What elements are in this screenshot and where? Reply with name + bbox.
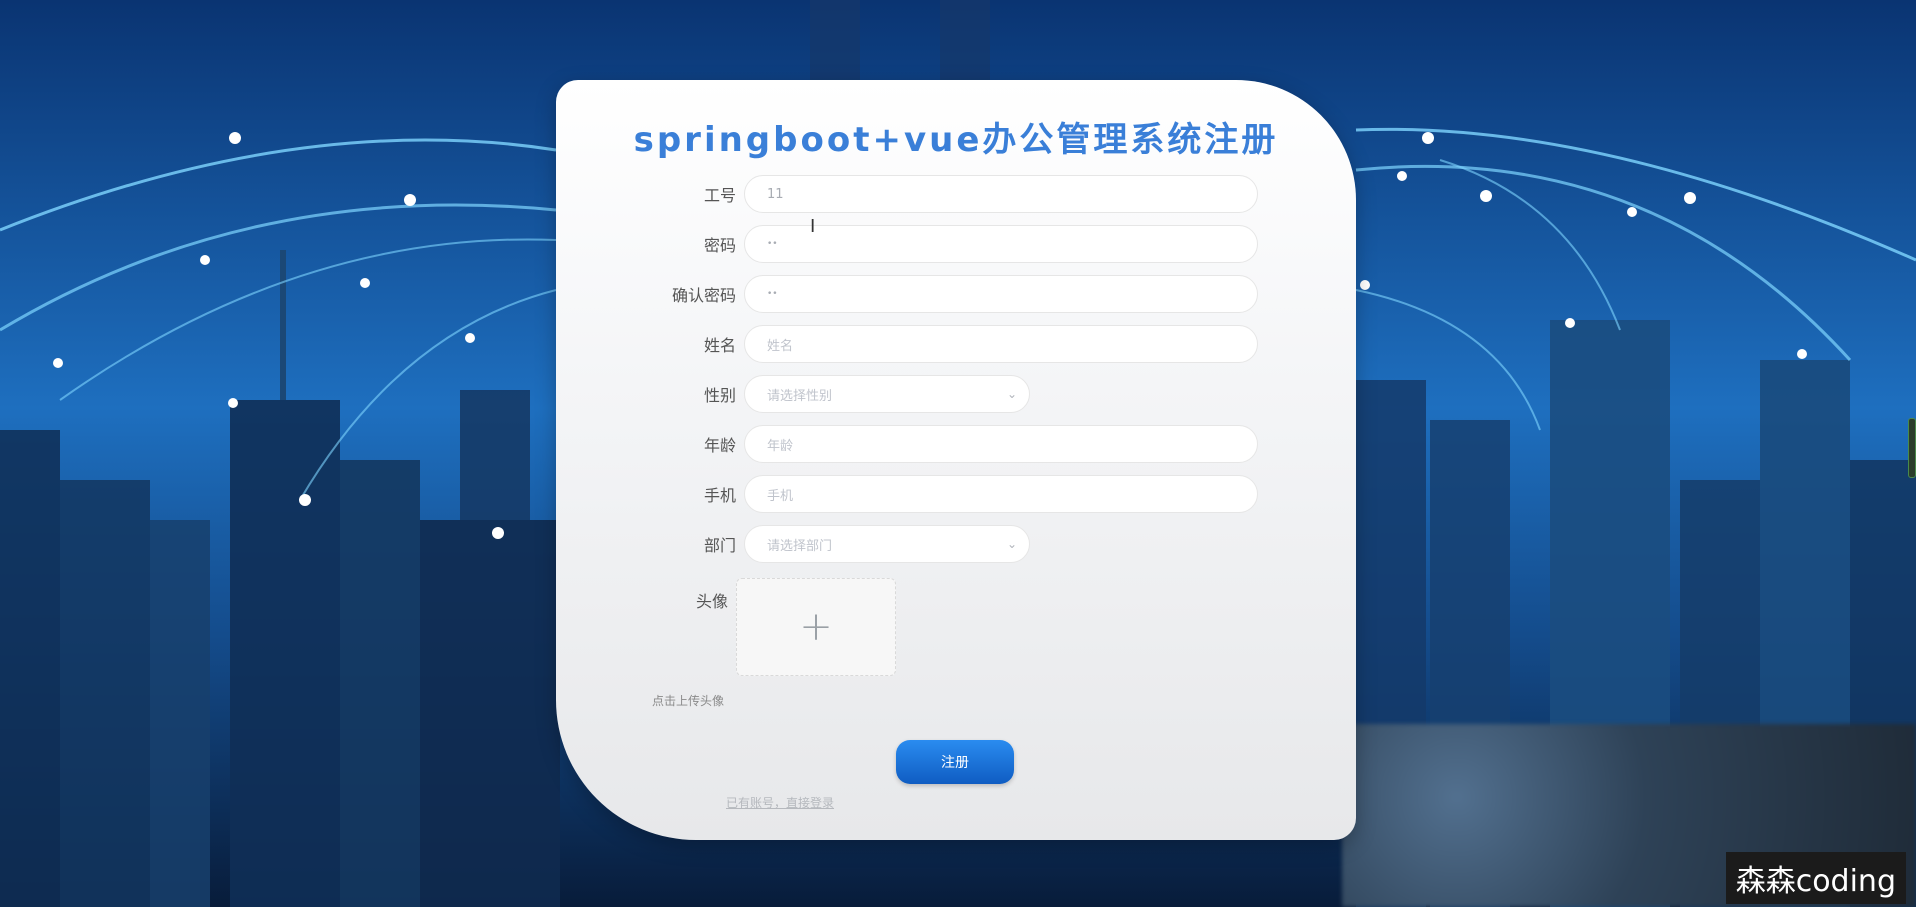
confirm-password-label: 确认密码 [671,286,736,305]
department-label: 部门 [703,536,736,555]
age-placeholder: 年龄 [767,438,794,454]
field-age: 年龄 年龄 [646,424,1258,464]
job-number-label: 工号 [703,186,736,205]
phone-input[interactable]: 手机 [744,475,1258,513]
phone-label: 手机 [703,486,736,505]
register-button[interactable]: 注册 [896,740,1014,784]
name-label: 姓名 [703,336,736,355]
avatar-label: 头像 [695,592,728,611]
avatar-upload[interactable]: + [736,578,896,676]
gender-placeholder: 请选择性别 [767,388,833,404]
job-number-input[interactable]: 11 [744,175,1258,213]
scroll-indicator [1908,418,1916,478]
chevron-down-icon: ⌄ [1006,537,1017,551]
login-link[interactable]: 已有账号，直接登录 [726,794,834,811]
confirm-password-value: •• [767,289,778,299]
field-department: 部门 请选择部门 ⌄ [646,524,1030,564]
name-input[interactable]: 姓名 [744,325,1258,363]
field-name: 姓名 姓名 [646,324,1258,364]
field-gender: 性别 请选择性别 ⌄ [646,374,1030,414]
gender-label: 性别 [703,386,736,405]
gender-select[interactable]: 请选择性别 ⌄ [744,375,1030,413]
department-select[interactable]: 请选择部门 ⌄ [744,525,1030,563]
department-placeholder: 请选择部门 [767,538,833,554]
password-input[interactable]: •• [744,225,1258,263]
name-placeholder: 姓名 [767,338,794,354]
age-label: 年龄 [703,436,736,455]
field-job-number: 工号 11 [646,174,1258,214]
field-phone: 手机 手机 [646,474,1258,514]
text-cursor-icon: I [810,216,816,237]
phone-placeholder: 手机 [767,488,794,504]
register-card: springboot+vue办公管理系统注册 工号 11 密码 •• 确认密码 … [556,80,1356,840]
age-input[interactable]: 年龄 [744,425,1258,463]
password-label: 密码 [703,236,736,255]
avatar-hint: 点击上传头像 [652,694,725,708]
page-title: springboot+vue办公管理系统注册 [633,120,1279,160]
plus-icon: + [799,604,833,650]
job-number-value: 11 [767,186,784,202]
watermark: 森森coding [1725,852,1906,904]
field-password: 密码 •• [646,224,1258,264]
confirm-password-input[interactable]: •• [744,275,1258,313]
field-confirm-password: 确认密码 •• [646,274,1258,314]
password-value: •• [767,239,778,249]
chevron-down-icon: ⌄ [1006,387,1017,401]
